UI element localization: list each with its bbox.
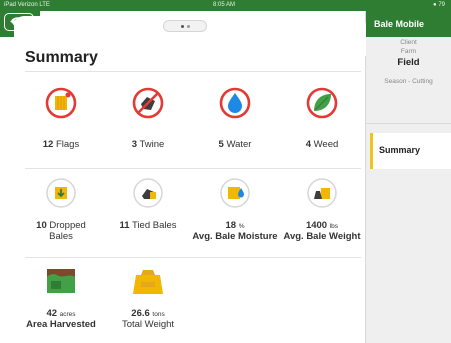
sidebar-divider: [366, 123, 451, 124]
metric-twine[interactable]: 3 Twine: [103, 87, 193, 157]
water-label: Water: [226, 139, 252, 150]
water-count: 5: [218, 139, 224, 150]
weight-label: Avg. Bale Weight: [283, 231, 361, 242]
metric-total-weight[interactable]: 26.6 tons Total Weight: [103, 265, 193, 339]
twine-count: 3: [131, 139, 137, 150]
dropped-bale-icon: [46, 178, 76, 208]
sidebar-client[interactable]: Client: [366, 39, 451, 46]
moisture-value: 18: [225, 220, 237, 231]
metric-water[interactable]: 5 Water: [190, 87, 280, 157]
sidebar-item-summary[interactable]: Summary: [370, 133, 451, 169]
back-icon: [10, 17, 26, 27]
weight-value: 1400: [305, 220, 328, 231]
weight-unit: lbs: [329, 223, 339, 230]
weight-bale-icon: [307, 178, 337, 208]
metric-dropped-bales[interactable]: 10 Dropped Bales: [16, 177, 106, 251]
weed-label: Weed: [313, 139, 339, 150]
sidebar: Bale Mobile Client Farm Field Season - C…: [366, 11, 451, 343]
sidebar-context: Client Farm Field Season - Cutting: [366, 37, 451, 85]
flags-count: 12: [42, 139, 54, 150]
title-divider: [25, 71, 361, 72]
water-drop-icon: [219, 87, 251, 119]
metric-area-harvested[interactable]: 42 acres Area Harvested: [16, 265, 106, 339]
status-carrier: iPad Verizon LTE: [4, 2, 50, 8]
total-value: 26.6: [131, 308, 150, 319]
metric-bale-moisture[interactable]: 18 % Avg. Bale Moisture: [190, 177, 280, 251]
dropped-count: 10: [36, 220, 47, 231]
handle-dot-icon: [187, 25, 190, 28]
row-divider: [25, 257, 361, 258]
dropped-label-1: Dropped: [49, 220, 86, 231]
metric-bale-weight[interactable]: 1400 lbs Avg. Bale Weight: [277, 177, 367, 251]
page-title: Summary: [25, 49, 98, 66]
twine-label: Twine: [139, 139, 165, 150]
area-unit: acres: [59, 311, 76, 318]
moisture-bale-icon: [220, 178, 250, 208]
back-button[interactable]: [4, 13, 34, 31]
moisture-unit: %: [238, 223, 245, 230]
tied-label: Tied Bales: [131, 220, 177, 231]
area-value: 42: [46, 308, 58, 319]
sidebar-title: Bale Mobile: [366, 11, 451, 37]
field-area-icon: [47, 269, 75, 293]
dropped-label-2: Bales: [49, 231, 73, 242]
area-label: Area Harvested: [26, 319, 96, 330]
weed-count: 4: [305, 139, 311, 150]
row-divider: [25, 168, 361, 169]
summary-panel: Summary 12 Flags 3 Twine 5 Water 4 Weed …: [0, 11, 366, 343]
flag-bale-icon: [45, 87, 77, 119]
twine-icon: [132, 87, 164, 119]
metric-tied-bales[interactable]: 11 Tied Bales: [103, 177, 193, 251]
drag-handle[interactable]: [163, 20, 207, 32]
sidebar-season[interactable]: Season - Cutting: [366, 78, 451, 85]
weight-ton-icon: [133, 270, 163, 294]
app-window: iPad Verizon LTE 8:05 AM ● 79 Summary 12…: [0, 0, 451, 343]
status-time: 8:05 AM: [213, 2, 236, 8]
moisture-label: Avg. Bale Moisture: [192, 231, 278, 242]
status-battery: ● 79: [433, 2, 445, 8]
sidebar-farm[interactable]: Farm: [366, 48, 451, 55]
handle-dot-icon: [181, 25, 184, 28]
total-label: Total Weight: [121, 319, 175, 330]
sidebar-field[interactable]: Field: [366, 57, 451, 68]
total-unit: tons: [152, 311, 165, 318]
status-bar: iPad Verizon LTE 8:05 AM ● 79: [0, 0, 451, 11]
tied-count: 11: [119, 220, 130, 231]
metric-weed[interactable]: 4 Weed: [277, 87, 367, 157]
tied-bale-icon: [133, 178, 163, 208]
metric-flags[interactable]: 12 Flags: [16, 87, 106, 157]
weed-leaf-icon: [306, 87, 338, 119]
flags-label: Flags: [55, 139, 80, 150]
